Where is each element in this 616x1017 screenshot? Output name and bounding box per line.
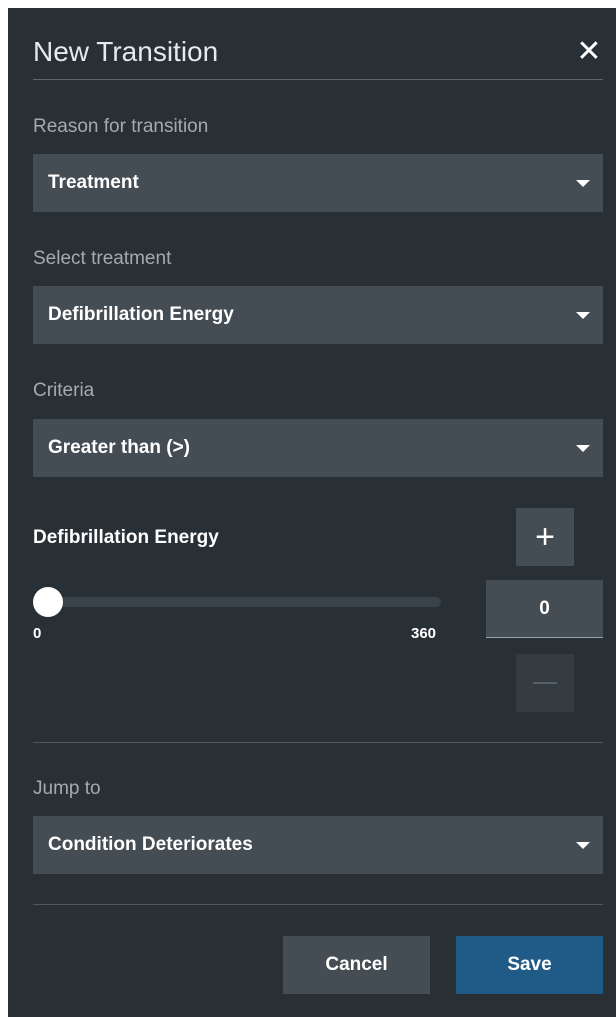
close-icon[interactable]: ✕ (574, 37, 604, 68)
save-button[interactable]: Save (456, 936, 603, 994)
increment-button[interactable]: + (516, 508, 574, 566)
reason-label: Reason for transition (33, 116, 209, 137)
treatment-label: Select treatment (33, 248, 172, 269)
slider-min-label: 0 (33, 625, 42, 642)
footer-divider (33, 904, 603, 905)
energy-value-field[interactable]: 0 (486, 580, 603, 638)
decrement-button[interactable] (516, 654, 574, 712)
minus-icon (533, 682, 557, 684)
energy-label: Defibrillation Energy (33, 527, 219, 548)
chevron-down-icon (576, 445, 590, 452)
criteria-select-value: Greater than (>) (48, 437, 191, 458)
new-transition-dialog: New Transition ✕ Reason for transition T… (8, 8, 616, 1017)
dialog-title: New Transition (33, 36, 219, 67)
energy-slider-track[interactable] (33, 597, 441, 607)
jump-label: Jump to (33, 778, 101, 799)
reason-select[interactable]: Treatment (33, 154, 603, 212)
chevron-down-icon (576, 312, 590, 319)
treatment-select-value: Defibrillation Energy (48, 304, 234, 325)
section-divider (33, 742, 603, 743)
slider-max-label: 360 (411, 625, 437, 642)
criteria-select[interactable]: Greater than (>) (33, 419, 603, 477)
cancel-button[interactable]: Cancel (283, 936, 430, 994)
treatment-select[interactable]: Defibrillation Energy (33, 286, 603, 344)
reason-select-value: Treatment (48, 172, 139, 193)
plus-icon: + (535, 518, 555, 556)
criteria-label: Criteria (33, 380, 95, 401)
jump-select-value: Condition Deteriorates (48, 834, 253, 855)
chevron-down-icon (576, 842, 590, 849)
energy-slider-thumb[interactable] (33, 587, 63, 617)
chevron-down-icon (576, 180, 590, 187)
title-divider (33, 79, 603, 80)
jump-select[interactable]: Condition Deteriorates (33, 816, 603, 874)
